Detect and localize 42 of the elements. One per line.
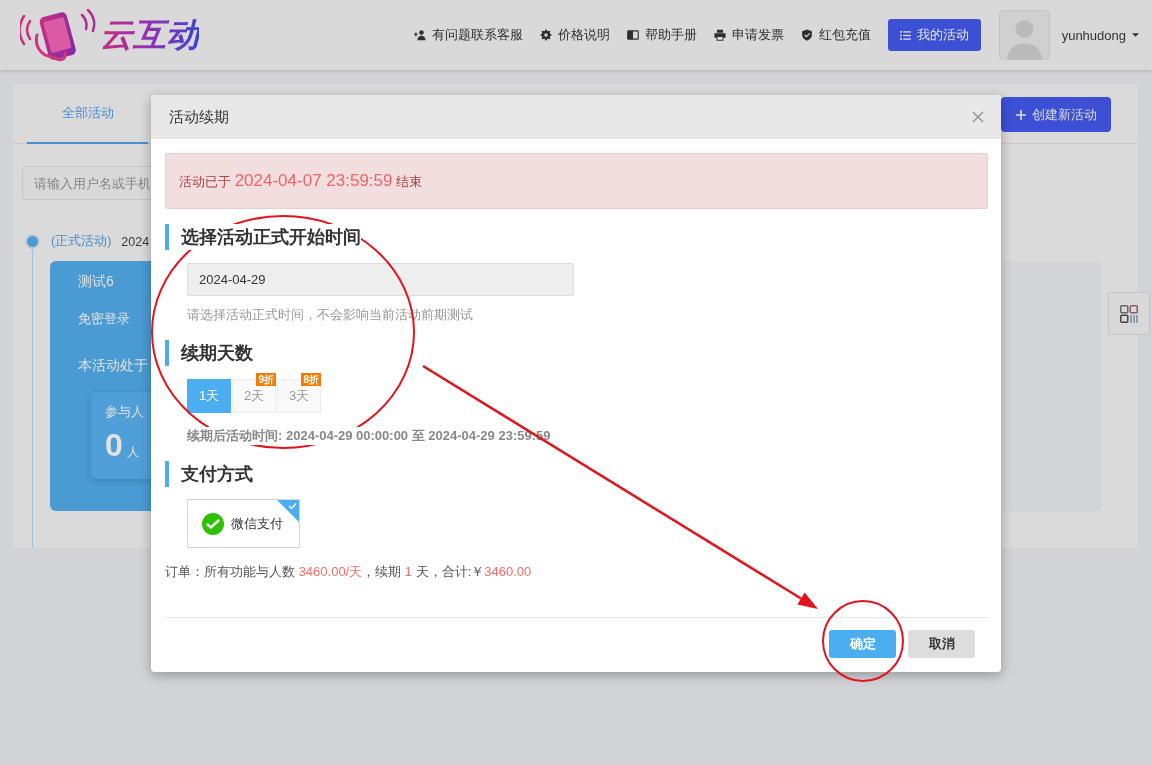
nav-link[interactable]: 帮助手册 bbox=[626, 26, 697, 44]
login-mode: 免密登录 bbox=[78, 310, 131, 328]
user-menu[interactable]: yunhudong bbox=[1061, 27, 1139, 43]
close-icon[interactable] bbox=[972, 111, 984, 123]
qr-code-button[interactable] bbox=[1108, 292, 1150, 335]
list-icon bbox=[899, 30, 911, 40]
phone-icon bbox=[20, 9, 98, 61]
timeline-dot-icon bbox=[25, 234, 40, 249]
payment-option[interactable]: 微信支付 bbox=[187, 499, 300, 548]
user-plus-icon bbox=[413, 29, 426, 41]
stat-value: 0 bbox=[105, 427, 123, 463]
plus-icon bbox=[1015, 109, 1026, 120]
printer-icon bbox=[713, 29, 726, 41]
expiry-notice-text: 活动已于 2024-04-07 23:59:59 结束 bbox=[179, 171, 423, 191]
dialog-title: 活动续期 bbox=[169, 107, 229, 127]
activity-date: 2024 bbox=[121, 234, 150, 249]
book-icon bbox=[626, 29, 639, 41]
status-text: 本活动处于 bbox=[78, 356, 149, 374]
section-title: 续期天数 bbox=[165, 340, 253, 366]
create-activity-button[interactable]: 创建新活动 bbox=[1001, 97, 1111, 132]
discount-badge: 9折 bbox=[256, 373, 276, 386]
nav-link[interactable]: 红包充值 bbox=[800, 26, 871, 44]
my-activities-button[interactable]: 我的活动 bbox=[887, 19, 981, 51]
section-title: 支付方式 bbox=[165, 461, 253, 487]
shield-check-icon bbox=[800, 29, 813, 41]
stat-unit: 人 bbox=[126, 444, 139, 461]
nav-link[interactable]: 价格说明 bbox=[539, 26, 610, 44]
discount-badge: 8折 bbox=[301, 373, 321, 386]
check-circle-icon bbox=[202, 512, 224, 535]
date-field[interactable]: 2024-04-29 bbox=[187, 263, 574, 296]
nav-link[interactable]: 有问题联系客服 bbox=[413, 26, 523, 44]
nav-link[interactable]: 申请发票 bbox=[713, 26, 784, 44]
activity-title: 测试6 bbox=[78, 272, 115, 290]
qr-code-icon bbox=[1120, 304, 1138, 323]
gear-icon bbox=[539, 29, 552, 41]
activity-type: (正式活动) bbox=[51, 233, 112, 250]
section-title: 选择活动正式开始时间 bbox=[165, 224, 361, 250]
avatar-icon[interactable] bbox=[998, 10, 1050, 60]
stat-label: 参与人 bbox=[105, 403, 145, 421]
order-summary: 订单：所有功能与人数 3460.00/天，续期 1 天，合计:￥3460.00 bbox=[165, 563, 532, 581]
cancel-button[interactable]: 取消 bbox=[908, 630, 975, 658]
caret-icon bbox=[1132, 33, 1139, 37]
